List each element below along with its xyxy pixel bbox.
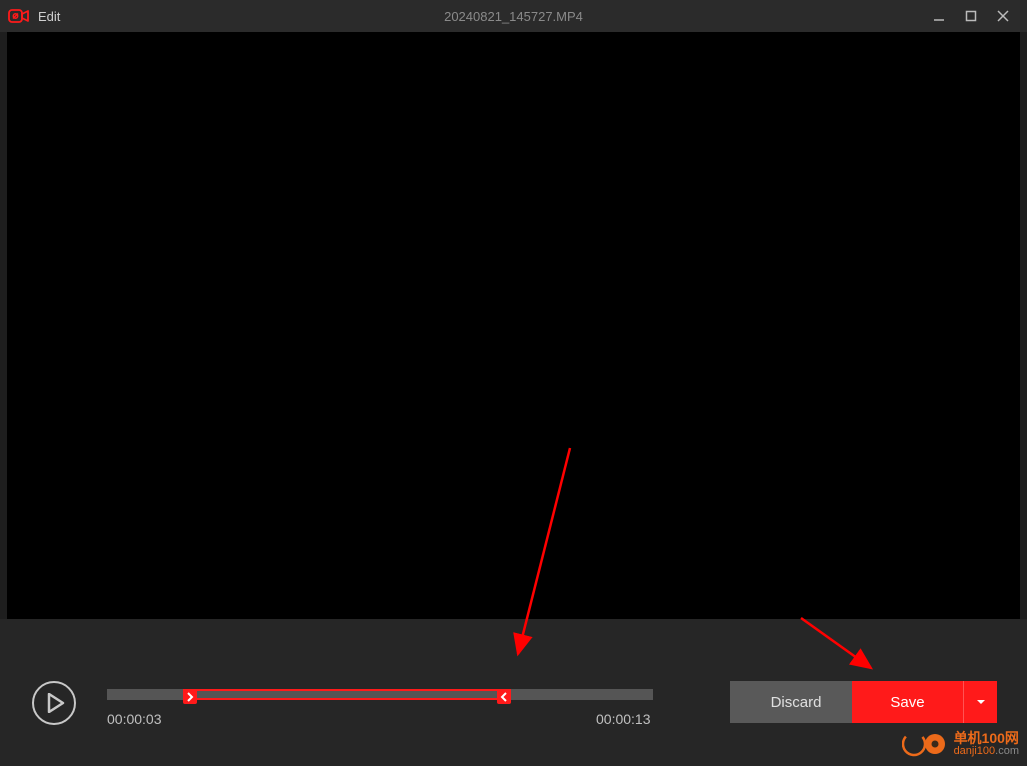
trim-handle-end[interactable]: [497, 689, 511, 704]
window-title: Edit: [38, 9, 60, 24]
save-button-group: Save: [852, 681, 997, 723]
trim-handle-start[interactable]: [183, 689, 197, 704]
close-button[interactable]: [987, 0, 1019, 32]
app-icon: [8, 8, 30, 24]
watermark: 单机100网 danji100.com: [902, 728, 1019, 760]
discard-button[interactable]: Discard: [730, 681, 862, 723]
filename-label: 20240821_145727.MP4: [444, 9, 583, 24]
chevron-down-icon: [976, 699, 986, 705]
video-preview[interactable]: [7, 32, 1020, 619]
trim-start-time: 00:00:03: [107, 711, 162, 727]
watermark-line1: 单机100网: [954, 731, 1019, 746]
titlebar: Edit 20240821_145727.MP4: [0, 0, 1027, 32]
control-panel: 00:00:03 00:00:13 Discard Save: [0, 619, 1027, 766]
trim-selection[interactable]: [183, 689, 511, 700]
maximize-button[interactable]: [955, 0, 987, 32]
trim-end-time: 00:00:13: [596, 711, 651, 727]
watermark-icon: [902, 728, 950, 760]
minimize-button[interactable]: [923, 0, 955, 32]
save-dropdown-button[interactable]: [964, 681, 997, 723]
save-button[interactable]: Save: [852, 681, 964, 723]
window-controls: [923, 0, 1019, 32]
save-label: Save: [890, 694, 924, 711]
timeline-track[interactable]: [107, 689, 653, 700]
play-button[interactable]: [32, 681, 76, 725]
discard-label: Discard: [771, 694, 822, 711]
watermark-line2: danji100.com: [954, 746, 1019, 758]
